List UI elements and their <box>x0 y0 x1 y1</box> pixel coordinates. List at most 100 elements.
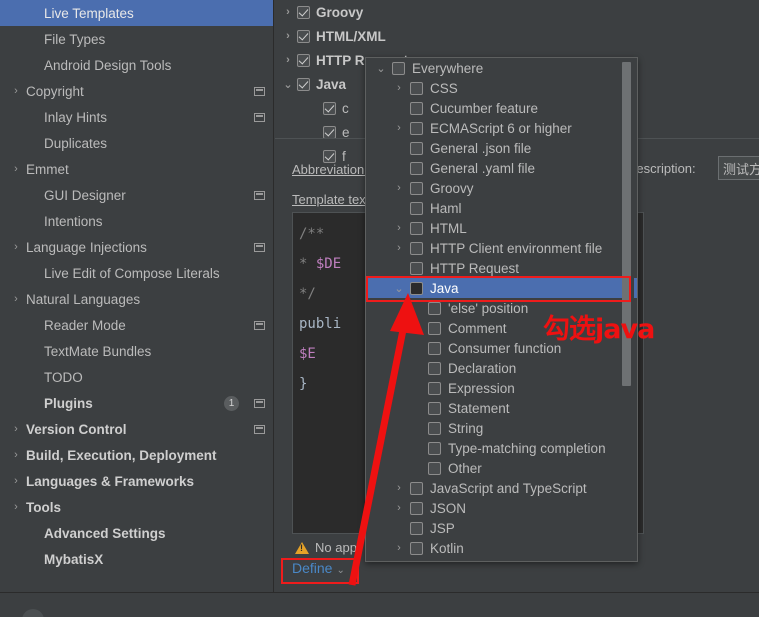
tree-toggle-icon[interactable]: › <box>388 122 410 134</box>
chevron-right-icon[interactable]: › <box>8 293 24 305</box>
sidebar-item-live-edit-of-compose-literals[interactable]: Live Edit of Compose Literals <box>0 260 273 286</box>
popup-item-http-client-environment-file[interactable]: › HTTP Client environment file <box>366 238 637 258</box>
context-checkbox[interactable] <box>428 401 441 415</box>
sidebar-item-copyright[interactable]: › Copyright <box>0 78 273 104</box>
context-checkbox[interactable] <box>428 341 441 355</box>
template-checkbox[interactable] <box>323 149 336 163</box>
popup-item-http-request[interactable]: HTTP Request <box>366 258 637 278</box>
context-checkbox[interactable] <box>428 321 441 335</box>
popup-item-declaration[interactable]: Declaration <box>366 358 637 378</box>
description-input[interactable]: 测试方 <box>718 156 759 180</box>
template-checkbox[interactable] <box>297 77 310 91</box>
context-checkbox[interactable] <box>410 481 423 495</box>
template-checkbox[interactable] <box>297 29 310 43</box>
sidebar-item-language-injections[interactable]: › Language Injections <box>0 234 273 260</box>
sidebar-item-gui-designer[interactable]: GUI Designer <box>0 182 273 208</box>
popup-item-haml[interactable]: Haml <box>366 198 637 218</box>
popup-item-cucumber-feature[interactable]: Cucumber feature <box>366 98 637 118</box>
popup-item-other[interactable]: Other <box>366 458 637 478</box>
context-checkbox[interactable] <box>428 301 441 315</box>
chevron-right-icon[interactable]: › <box>8 501 24 513</box>
sidebar-item-intentions[interactable]: Intentions <box>0 208 273 234</box>
popup-item-general-yaml-file[interactable]: General .yaml file <box>366 158 637 178</box>
tree-toggle-icon[interactable]: › <box>388 502 410 514</box>
popup-item-css[interactable]: › CSS <box>366 78 637 98</box>
context-checkbox[interactable] <box>428 381 441 395</box>
popup-item-groovy[interactable]: › Groovy <box>366 178 637 198</box>
template-checkbox[interactable] <box>297 53 310 67</box>
settings-sidebar[interactable]: Live Templates File Types Android Design T… <box>0 0 274 592</box>
context-checkbox[interactable] <box>410 261 423 275</box>
popup-item-expression[interactable]: Expression <box>366 378 637 398</box>
tree-toggle-icon[interactable]: › <box>388 222 410 234</box>
sidebar-item-file-types[interactable]: File Types <box>0 26 273 52</box>
tree-toggle-icon[interactable]: › <box>388 482 410 494</box>
context-checkbox[interactable] <box>410 541 423 555</box>
tree-toggle-icon[interactable]: ⌄ <box>370 62 392 75</box>
popup-item-statement[interactable]: Statement <box>366 398 637 418</box>
popup-item-general-json-file[interactable]: General .json file <box>366 138 637 158</box>
tree-toggle-icon[interactable]: › <box>388 242 410 254</box>
popup-item-java[interactable]: ⌄ Java <box>366 278 637 298</box>
sidebar-item-mybatisx[interactable]: MybatisX <box>0 546 273 572</box>
template-group-row[interactable]: › Groovy <box>275 0 759 24</box>
sidebar-item-todo[interactable]: TODO <box>0 364 273 390</box>
chevron-right-icon[interactable]: › <box>8 449 24 461</box>
context-checkbox[interactable] <box>410 81 423 95</box>
sidebar-item-reader-mode[interactable]: Reader Mode <box>0 312 273 338</box>
chevron-right-icon[interactable]: › <box>8 241 24 253</box>
chevron-right-icon[interactable]: › <box>8 85 24 97</box>
popup-item-type-matching-completion[interactable]: Type-matching completion <box>366 438 637 458</box>
define-button[interactable]: Define ⌄ <box>292 560 345 576</box>
context-checkbox[interactable] <box>410 101 423 115</box>
context-checkbox[interactable] <box>392 61 405 75</box>
context-checkbox[interactable] <box>428 361 441 375</box>
popup-item-html[interactable]: › HTML <box>366 218 637 238</box>
sidebar-item-build-execution-deployment[interactable]: › Build, Execution, Deployment <box>0 442 273 468</box>
template-checkbox[interactable] <box>323 125 336 139</box>
popup-item-javascript-and-typescript[interactable]: › JavaScript and TypeScript <box>366 478 637 498</box>
context-checkbox[interactable] <box>410 141 423 155</box>
context-checkbox[interactable] <box>410 501 423 515</box>
sidebar-item-languages-frameworks[interactable]: › Languages & Frameworks <box>0 468 273 494</box>
tree-toggle-icon[interactable]: › <box>279 54 297 66</box>
tree-toggle-icon[interactable]: › <box>279 30 297 42</box>
template-group-row[interactable]: › HTML/XML <box>275 24 759 48</box>
tree-toggle-icon[interactable]: › <box>388 542 410 554</box>
popup-item-json[interactable]: › JSON <box>366 498 637 518</box>
tree-toggle-icon[interactable]: ⌄ <box>388 282 410 295</box>
popup-item-everywhere[interactable]: ⌄ Everywhere <box>366 58 637 78</box>
tree-toggle-icon[interactable]: › <box>388 182 410 194</box>
sidebar-item-version-control[interactable]: › Version Control <box>0 416 273 442</box>
context-checkbox[interactable] <box>410 241 423 255</box>
popup-item-string[interactable]: String <box>366 418 637 438</box>
popup-item-ecmascript-6-or-higher[interactable]: › ECMAScript 6 or higher <box>366 118 637 138</box>
chevron-right-icon[interactable]: › <box>8 475 24 487</box>
context-checkbox[interactable] <box>410 201 423 215</box>
sidebar-item-live-templates[interactable]: Live Templates <box>0 0 273 26</box>
tree-toggle-icon[interactable]: › <box>388 82 410 94</box>
context-checkbox[interactable] <box>410 281 423 295</box>
sidebar-item-android-design-tools[interactable]: Android Design Tools <box>0 52 273 78</box>
template-checkbox[interactable] <box>297 5 310 19</box>
context-checkbox[interactable] <box>428 421 441 435</box>
context-checkbox[interactable] <box>428 461 441 475</box>
popup-item-jsp[interactable]: JSP <box>366 518 637 538</box>
context-checkbox[interactable] <box>410 221 423 235</box>
template-checkbox[interactable] <box>323 101 336 115</box>
chevron-right-icon[interactable]: › <box>8 163 24 175</box>
sidebar-item-duplicates[interactable]: Duplicates <box>0 130 273 156</box>
popup-item-kotlin[interactable]: › Kotlin <box>366 538 637 558</box>
context-checkbox[interactable] <box>428 441 441 455</box>
context-checkbox[interactable] <box>410 161 423 175</box>
sidebar-item-textmate-bundles[interactable]: TextMate Bundles <box>0 338 273 364</box>
sidebar-item-tools[interactable]: › Tools <box>0 494 273 520</box>
context-checkbox[interactable] <box>410 181 423 195</box>
chevron-right-icon[interactable]: › <box>8 423 24 435</box>
tree-toggle-icon[interactable]: › <box>279 6 297 18</box>
sidebar-item-plugins[interactable]: Plugins 1 <box>0 390 273 416</box>
sidebar-item-emmet[interactable]: › Emmet <box>0 156 273 182</box>
sidebar-item-natural-languages[interactable]: › Natural Languages <box>0 286 273 312</box>
sidebar-item-inlay-hints[interactable]: Inlay Hints <box>0 104 273 130</box>
sidebar-item-advanced-settings[interactable]: Advanced Settings <box>0 520 273 546</box>
